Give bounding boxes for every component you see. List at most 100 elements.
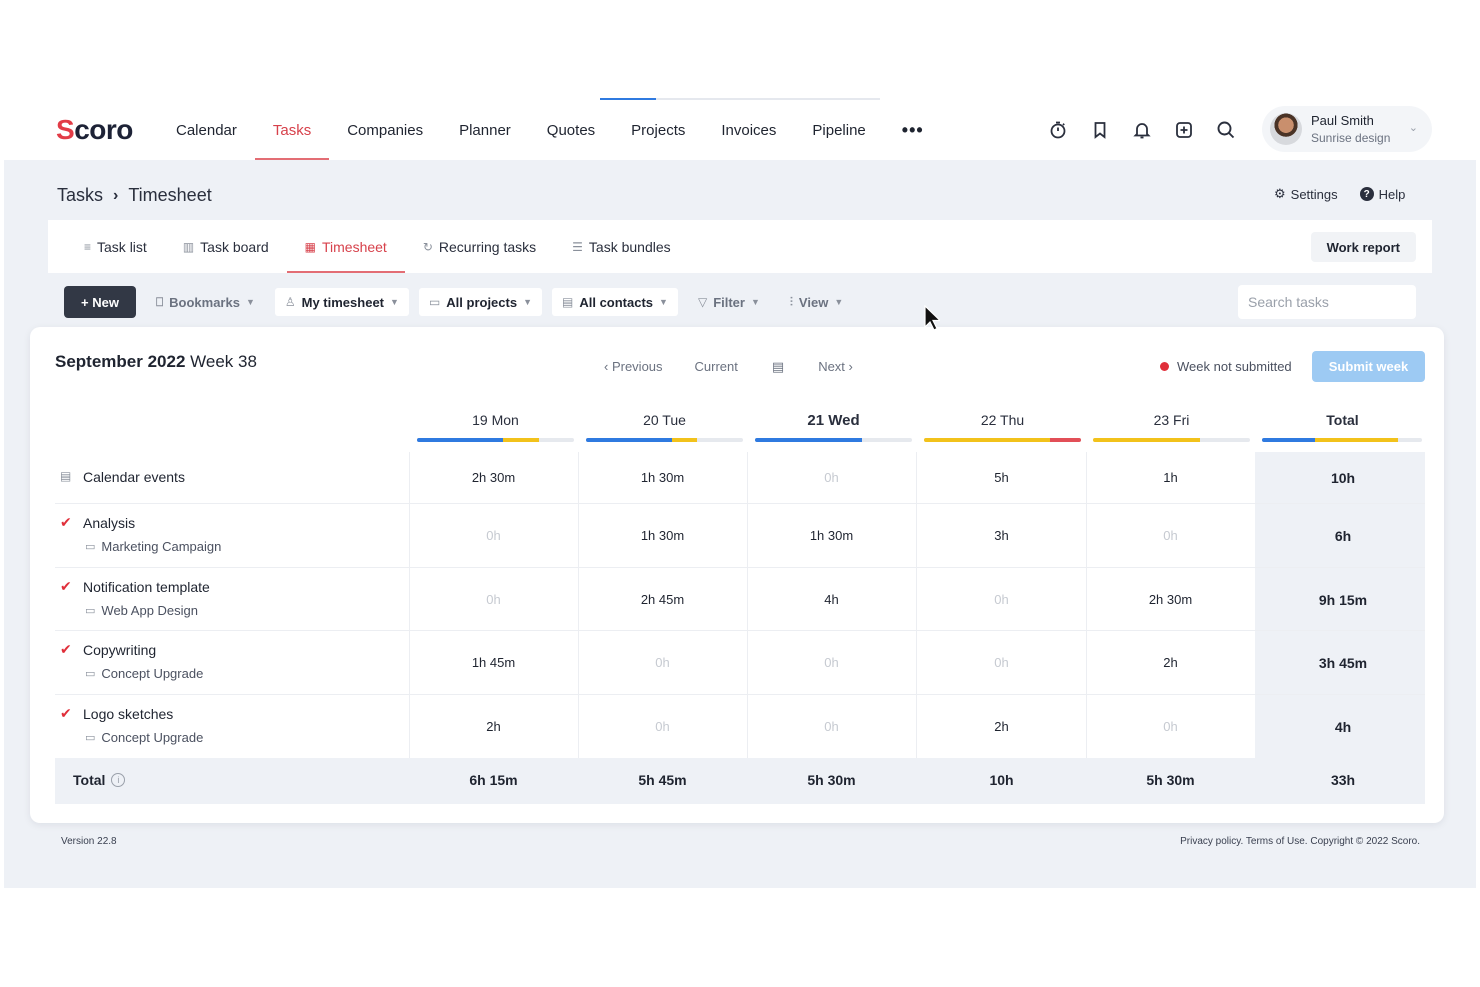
time-cell[interactable]: 3h (917, 528, 1086, 543)
tab-recurring-tasks[interactable]: ↻ Recurring tasks (405, 220, 554, 273)
nav-quotes[interactable]: Quotes (529, 100, 613, 160)
time-cell[interactable]: 0h (578, 655, 747, 670)
view-dropdown[interactable]: ⫶ View ▼ (780, 288, 853, 316)
row-name[interactable]: Calendar events (83, 469, 185, 485)
row-project[interactable]: ▭ Web App Design (85, 603, 198, 618)
time-cell[interactable]: 2h 45m (578, 592, 747, 607)
my-timesheet-dropdown[interactable]: ♙ My timesheet ▼ (274, 288, 409, 316)
row-name[interactable]: Copywriting (83, 642, 156, 658)
next-week-button[interactable]: Next › (818, 359, 853, 375)
week-number: Week 38 (190, 352, 257, 371)
time-cell[interactable]: 0h (578, 719, 747, 734)
filter-dropdown[interactable]: ▽ Filter ▼ (688, 288, 770, 316)
time-cell[interactable]: 0h (917, 655, 1086, 670)
work-report-button[interactable]: Work report (1310, 232, 1416, 262)
info-icon[interactable]: i (111, 773, 126, 787)
check-icon[interactable]: ✔ (60, 514, 72, 531)
time-cell[interactable]: 0h (747, 470, 916, 485)
check-icon[interactable]: ✔ (60, 705, 72, 722)
search-icon[interactable] (1212, 116, 1240, 144)
day-header-mon: 19 Mon (472, 412, 519, 428)
row-project[interactable]: ▭ Concept Upgrade (85, 666, 203, 681)
time-cell[interactable]: 2h (917, 719, 1086, 734)
previous-week-button[interactable]: ‹ Previous (604, 359, 663, 375)
nav-companies[interactable]: Companies (329, 100, 441, 160)
bell-icon[interactable] (1128, 116, 1156, 144)
folder-icon: ▭ (428, 295, 441, 309)
breadcrumb: Tasks › Timesheet (57, 185, 212, 206)
time-cell[interactable]: 1h (1086, 470, 1255, 485)
time-cell[interactable]: 2h 30m (409, 470, 578, 485)
time-cell[interactable]: 5h (917, 470, 1086, 485)
tab-task-list[interactable]: ≡ Task list (66, 220, 165, 273)
progress-segment (1093, 438, 1200, 442)
timer-icon[interactable] (1044, 116, 1072, 144)
submit-week-button[interactable]: Submit week (1312, 351, 1425, 382)
current-week-button[interactable]: Current (695, 359, 738, 375)
day-header-wed: 21 Wed (807, 412, 860, 429)
week-navigation: ‹ Previous Current ▤ Next › (604, 359, 853, 375)
bookmarks-dropdown[interactable]: ⎕ Bookmarks ▼ (146, 288, 265, 316)
time-cell[interactable]: 0h (409, 592, 578, 607)
new-button[interactable]: + New (64, 286, 136, 318)
bookmark-icon[interactable] (1086, 116, 1114, 144)
time-cell[interactable]: 4h (747, 592, 916, 607)
time-cell[interactable]: 1h 45m (409, 655, 578, 670)
check-icon[interactable]: ✔ (60, 641, 72, 658)
tabs-bar: ≡ Task list ▥ Task board ▦ Timesheet ↻ Recur… (48, 220, 1432, 273)
all-contacts-dropdown[interactable]: ▤ All contacts ▼ (552, 288, 678, 316)
project-name: Marketing Campaign (101, 539, 222, 554)
nav-tasks[interactable]: Tasks (254, 100, 330, 160)
user-icon: ♙ (284, 295, 296, 309)
add-square-icon[interactable] (1170, 116, 1198, 144)
time-cell[interactable]: 0h (1086, 528, 1255, 543)
total-thu: 10h (989, 772, 1014, 788)
row-total: 4h (1334, 719, 1352, 735)
nav-calendar[interactable]: Calendar (158, 100, 255, 160)
nav-planner[interactable]: Planner (441, 100, 529, 160)
progress-segment (924, 438, 1050, 442)
breadcrumb-parent[interactable]: Tasks (57, 185, 103, 206)
day-header-fri: 23 Fri (1153, 412, 1190, 428)
time-cell[interactable]: 1h 30m (578, 470, 747, 485)
time-cell[interactable]: 2h 30m (1086, 592, 1255, 607)
sliders-icon: ⫶ (789, 294, 793, 309)
tabs: ≡ Task list ▥ Task board ▦ Timesheet ↻ Recur… (66, 220, 689, 273)
totals-row: Total i 6h 15m 5h 45m 5h 30m 10h 5h 30m 3… (55, 758, 1425, 804)
tab-task-board[interactable]: ▥ Task board (165, 220, 287, 273)
progress-segment (417, 438, 504, 442)
tab-timesheet[interactable]: ▦ Timesheet (286, 220, 406, 273)
time-cell[interactable]: 0h (1086, 719, 1255, 734)
row-name[interactable]: Logo sketches (83, 706, 173, 722)
time-cell[interactable]: 2h (409, 719, 578, 734)
time-cell[interactable]: 2h (1086, 655, 1255, 670)
row-project[interactable]: ▭ Marketing Campaign (85, 539, 221, 554)
time-cell[interactable]: 0h (917, 592, 1086, 607)
nav-invoices[interactable]: Invoices (703, 100, 794, 160)
search-tasks-input[interactable] (1238, 285, 1416, 319)
footer-legal[interactable]: Privacy policy. Terms of Use. Copyright … (1140, 836, 1420, 847)
row-name[interactable]: Notification template (83, 579, 210, 595)
tab-task-bundles[interactable]: ☰ Task bundles (554, 220, 688, 273)
row-project[interactable]: ▭ Concept Upgrade (85, 730, 203, 745)
time-cell[interactable]: 0h (747, 719, 916, 734)
settings-button[interactable]: ⚙ Settings (1274, 186, 1338, 202)
total-header: Total (1326, 412, 1359, 428)
row-name[interactable]: Analysis (83, 515, 135, 531)
bundles-icon: ☰ (572, 239, 583, 254)
user-menu[interactable]: Paul Smith Sunrise design ⌄ (1262, 106, 1432, 152)
user-company: Sunrise design (1311, 131, 1391, 145)
calendar-picker-icon[interactable]: ▤ (772, 359, 784, 375)
all-projects-dropdown[interactable]: ▭ All projects ▼ (418, 288, 542, 316)
time-cell[interactable]: 1h 30m (578, 528, 747, 543)
nav-projects[interactable]: Projects (613, 100, 703, 160)
time-cell[interactable]: 1h 30m (747, 528, 916, 543)
timesheet-row: ✔ Analysis ▭ Marketing Campaign 0h 1h 30m 1h 3… (55, 503, 1425, 567)
scoro-logo[interactable]: Scoro (56, 114, 133, 146)
help-button[interactable]: ? Help (1359, 186, 1405, 202)
time-cell[interactable]: 0h (747, 655, 916, 670)
time-cell[interactable]: 0h (409, 528, 578, 543)
more-menu-button[interactable]: ••• (884, 100, 942, 160)
check-icon[interactable]: ✔ (60, 578, 72, 595)
nav-pipeline[interactable]: Pipeline (794, 100, 883, 160)
